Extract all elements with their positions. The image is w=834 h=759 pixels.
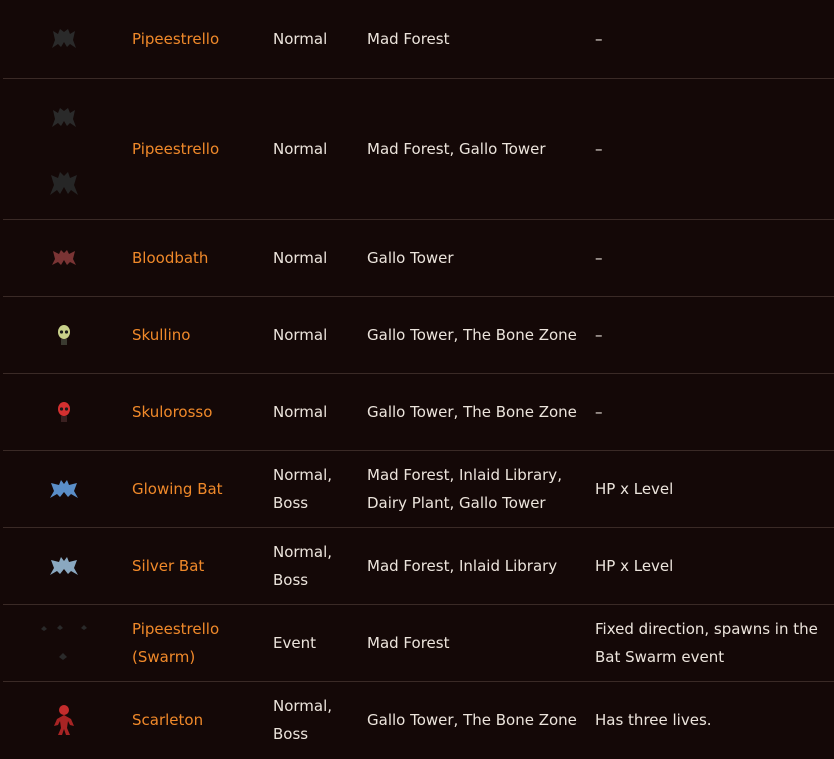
enemy-sprite-cell <box>3 527 124 604</box>
enemy-notes: Fixed direction, spawns in the Bat Swarm… <box>595 619 818 666</box>
table-row: Glowing Bat Normal, Boss Mad Forest, Inl… <box>3 450 834 527</box>
enemy-notes: – <box>595 325 603 344</box>
bat-icon <box>51 249 76 265</box>
enemy-name-link[interactable]: Skulorosso <box>132 403 212 421</box>
enemy-sprite-cell <box>3 604 124 681</box>
enemy-type: Normal <box>273 139 328 158</box>
table-row: Bloodbath Normal Gallo Tower – <box>3 219 834 296</box>
enemy-name-link[interactable]: Bloodbath <box>132 249 208 267</box>
enemy-table: Pipeestrello Normal Mad Forest – Pipeest… <box>3 0 834 758</box>
enemy-type: Normal, Boss <box>273 696 333 743</box>
enemy-notes: – <box>595 248 603 267</box>
enemy-sprite-cell <box>3 681 124 758</box>
table-row: Skullino Normal Gallo Tower, The Bone Zo… <box>3 296 834 373</box>
enemy-notes: – <box>595 402 603 421</box>
enemy-name-link[interactable]: Scarleton <box>132 711 203 729</box>
enemy-stages: Gallo Tower <box>367 248 454 267</box>
enemy-stages: Gallo Tower, The Bone Zone <box>367 710 577 729</box>
enemy-type: Normal <box>273 29 328 48</box>
enemy-type: Normal <box>273 248 328 267</box>
table-row: Skulorosso Normal Gallo Tower, The Bone … <box>3 373 834 450</box>
enemy-type: Normal <box>273 402 328 421</box>
enemy-sprite-cell <box>3 373 124 450</box>
enemy-type: Normal, Boss <box>273 465 333 512</box>
enemy-name-link[interactable]: Pipeestrello (Swarm) <box>132 620 219 666</box>
table-row: Silver Bat Normal, Boss Mad Forest, Inla… <box>3 527 834 604</box>
enemy-stages: Mad Forest, Inlaid Library, Dairy Plant,… <box>367 465 562 512</box>
enemy-sprite-cell <box>3 0 124 78</box>
enemy-sprite-cell <box>3 450 124 527</box>
enemy-name-link[interactable]: Pipeestrello <box>132 30 219 48</box>
enemy-type: Normal <box>273 325 328 344</box>
enemy-type: Normal, Boss <box>273 542 333 589</box>
enemy-name-link[interactable]: Skullino <box>132 326 190 344</box>
enemy-name-link[interactable]: Silver Bat <box>132 557 204 575</box>
enemy-notes: – <box>595 139 603 158</box>
enemy-notes: Has three lives. <box>595 710 712 729</box>
enemy-type: Event <box>273 633 316 652</box>
enemy-stages: Gallo Tower, The Bone Zone <box>367 402 577 421</box>
table-row: Pipeestrello Normal Mad Forest – <box>3 0 834 78</box>
skull-icon <box>57 324 70 345</box>
enemy-stages: Mad Forest, Inlaid Library <box>367 556 558 575</box>
table-row: Pipeestrello Normal Mad Forest, Gallo To… <box>3 78 834 219</box>
enemy-name-link[interactable]: Glowing Bat <box>132 480 223 498</box>
enemy-notes: – <box>595 29 603 48</box>
table-row: Scarleton Normal, Boss Gallo Tower, The … <box>3 681 834 758</box>
bat-icon <box>51 107 76 127</box>
bat-icon <box>49 171 78 195</box>
bat-icon <box>51 29 76 48</box>
enemy-stages: Mad Forest <box>367 633 450 652</box>
enemy-notes: HP x Level <box>595 479 674 498</box>
enemy-stages: Mad Forest, Gallo Tower <box>367 139 546 158</box>
enemy-sprite-cell <box>3 296 124 373</box>
enemy-notes: HP x Level <box>595 556 674 575</box>
skull-icon <box>57 401 70 422</box>
enemy-sprite-cell <box>3 219 124 296</box>
bat-icon <box>49 479 78 498</box>
enemy-stages: Gallo Tower, The Bone Zone <box>367 325 577 344</box>
skeleton-icon <box>53 704 74 735</box>
enemy-name-link[interactable]: Pipeestrello <box>132 140 219 158</box>
enemy-stages: Mad Forest <box>367 29 450 48</box>
enemy-sprite-cell <box>3 78 124 219</box>
table-row: Pipeestrello (Swarm) Event Mad Forest Fi… <box>3 604 834 681</box>
bat-icon <box>49 556 78 575</box>
bat-swarm-icon <box>40 624 87 660</box>
